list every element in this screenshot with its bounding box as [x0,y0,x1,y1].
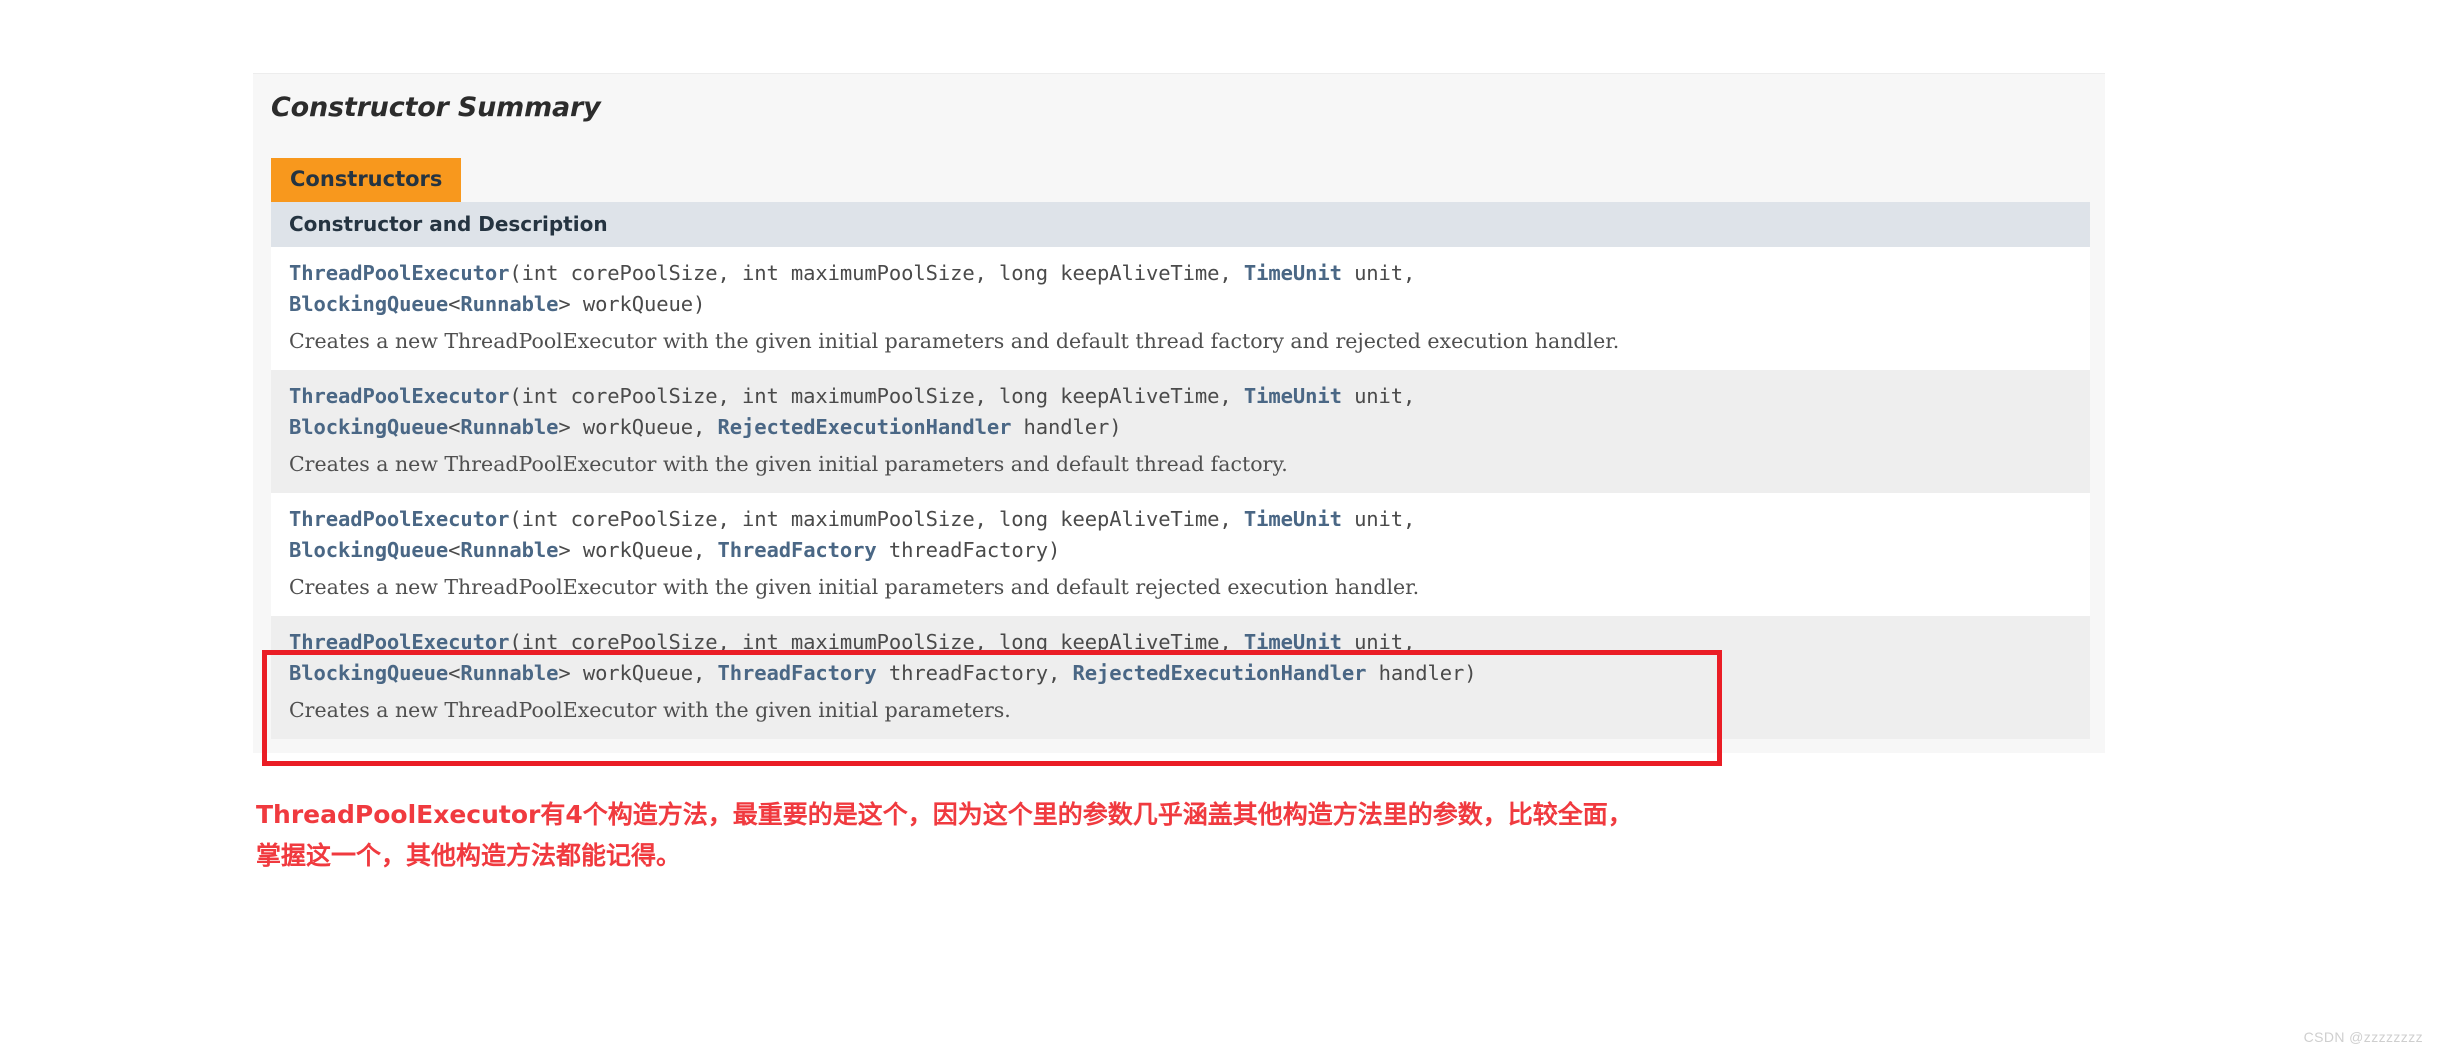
table-header-row: Constructor and Description [271,201,2090,247]
constructor-summary-table: Constructor and Description ThreadPoolEx… [271,201,2090,739]
signature-params: (int corePoolSize, int maximumPoolSize, … [509,383,1244,408]
table-row[interactable]: ThreadPoolExecutor(int corePoolSize, int… [271,246,2090,370]
signature-params: (int corePoolSize, int maximumPoolSize, … [509,629,1244,654]
constructor-summary-panel: Constructor Summary Constructors Constru… [253,73,2105,753]
constructor-description: Creates a new ThreadPoolExecutor with th… [289,451,1288,476]
table-row[interactable]: ThreadPoolExecutor(int corePoolSize, int… [271,369,2090,493]
signature-params-4: handler) [1366,660,1477,685]
signature-params-2: > workQueue) [558,291,706,316]
signature-params-tail: unit, [1341,506,1416,531]
constructor-description: Creates a new ThreadPoolExecutor with th… [289,328,1620,353]
signature-params-2: > workQueue, [558,414,718,439]
csdn-watermark: CSDN @zzzzzzzz [2303,1029,2423,1045]
signature-params-2: > workQueue, [558,537,718,562]
constructor-cell: ThreadPoolExecutor(int corePoolSize, int… [271,492,2090,616]
constructor-signature: ThreadPoolExecutor(int corePoolSize, int… [289,258,2090,320]
type-link-timeunit[interactable]: TimeUnit [1244,507,1342,531]
signature-params-tail: unit, [1341,260,1416,285]
signature-params: (int corePoolSize, int maximumPoolSize, … [509,260,1244,285]
constructor-description: Creates a new ThreadPoolExecutor with th… [289,697,1011,722]
constructor-description: Creates a new ThreadPoolExecutor with th… [289,574,1420,599]
table-tab-bar: Constructors [253,124,2105,202]
type-link-timeunit[interactable]: TimeUnit [1244,630,1342,654]
type-link-runnable[interactable]: Runnable [460,661,558,685]
type-link-runnable[interactable]: Runnable [460,538,558,562]
signature-params-2: > workQueue, [558,660,718,685]
type-link-blockingqueue[interactable]: BlockingQueue [289,661,448,685]
type-link-threadpoolexecutor[interactable]: ThreadPoolExecutor [289,630,509,654]
type-link-runnable[interactable]: Runnable [460,415,558,439]
signature-params-tail: unit, [1341,629,1416,654]
signature-params-3: handler) [1011,414,1122,439]
column-header-constructor-and-description: Constructor and Description [271,201,2090,247]
constructor-signature: ThreadPoolExecutor(int corePoolSize, int… [289,627,2090,689]
type-link-timeunit[interactable]: TimeUnit [1244,384,1342,408]
table-row[interactable]: ThreadPoolExecutor(int corePoolSize, int… [271,492,2090,616]
type-link-threadpoolexecutor[interactable]: ThreadPoolExecutor [289,507,509,531]
signature-params-3: threadFactory, [876,660,1073,685]
generic-open: < [448,660,461,685]
annotation-line-2: 掌握这一个，其他构造方法都能记得。 [256,840,682,870]
type-link-runnable[interactable]: Runnable [460,292,558,316]
type-link-blockingqueue[interactable]: BlockingQueue [289,538,448,562]
type-link-threadfactory[interactable]: ThreadFactory [718,661,877,685]
generic-open: < [448,537,461,562]
signature-params-3: threadFactory) [876,537,1061,562]
type-link-rejectedexecutionhandler[interactable]: RejectedExecutionHandler [718,415,1012,439]
constructor-signature: ThreadPoolExecutor(int corePoolSize, int… [289,381,2090,443]
annotation-note: ThreadPoolExecutor有4个构造方法，最重要的是这个，因为这个里的… [256,795,1856,876]
annotation-line-1: ThreadPoolExecutor有4个构造方法，最重要的是这个，因为这个里的… [256,800,1633,829]
page-title: Constructor Summary [271,92,601,123]
constructor-cell: ThreadPoolExecutor(int corePoolSize, int… [271,615,2090,739]
type-link-blockingqueue[interactable]: BlockingQueue [289,292,448,316]
generic-open: < [448,291,461,316]
constructor-cell: ThreadPoolExecutor(int corePoolSize, int… [271,369,2090,493]
constructor-cell: ThreadPoolExecutor(int corePoolSize, int… [271,246,2090,370]
generic-open: < [448,414,461,439]
signature-params: (int corePoolSize, int maximumPoolSize, … [509,506,1244,531]
type-link-timeunit[interactable]: TimeUnit [1244,261,1342,285]
type-link-blockingqueue[interactable]: BlockingQueue [289,415,448,439]
type-link-rejectedexecutionhandler[interactable]: RejectedExecutionHandler [1073,661,1367,685]
signature-params-tail: unit, [1341,383,1416,408]
type-link-threadpoolexecutor[interactable]: ThreadPoolExecutor [289,261,509,285]
tab-constructors[interactable]: Constructors [271,158,462,202]
table-row[interactable]: ThreadPoolExecutor(int corePoolSize, int… [271,615,2090,739]
type-link-threadpoolexecutor[interactable]: ThreadPoolExecutor [289,384,509,408]
constructor-signature: ThreadPoolExecutor(int corePoolSize, int… [289,504,2090,566]
type-link-threadfactory[interactable]: ThreadFactory [718,538,877,562]
